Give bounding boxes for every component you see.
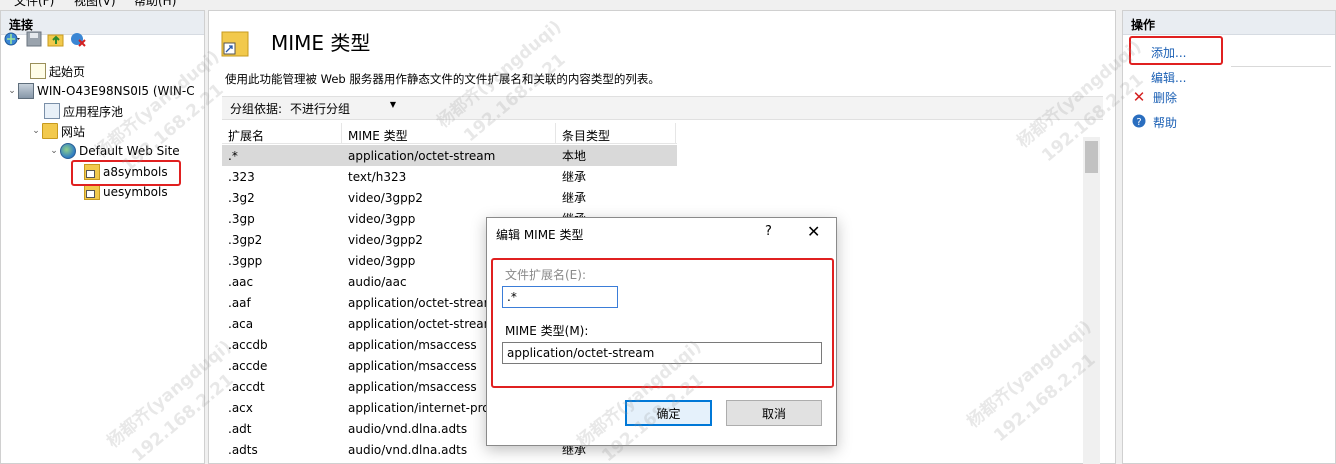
tree-item-default-web-site[interactable]: ⌄ Default Web Site — [48, 141, 180, 161]
page-title: MIME 类型 — [271, 31, 371, 55]
cell-extension: .accdt — [228, 379, 265, 394]
tree-item-label: WIN-O43E98NS0I5 (WIN-C — [37, 84, 195, 98]
delete-icon: ✕ — [1132, 88, 1146, 106]
connect-icon[interactable] — [3, 30, 21, 48]
cell-extension: .* — [228, 148, 238, 163]
group-by-label: 分组依据: — [230, 101, 283, 116]
table-row[interactable]: .3g2 video/3gpp2 继承 — [222, 187, 677, 208]
collapse-arrow-icon[interactable]: ⌄ — [48, 146, 60, 156]
cell-extension: .3gp — [228, 211, 255, 226]
group-by-bar: 分组依据: 不进行分组 ▼ — [222, 96, 1103, 120]
group-by-select[interactable]: 不进行分组 ▼ — [290, 100, 400, 117]
page-description: 使用此功能管理被 Web 服务器用作静态文件的文件扩展名和关联的内容类型的列表。 — [225, 72, 660, 86]
table-row[interactable]: .* application/octet-stream 本地 — [222, 145, 677, 166]
dialog-title: 编辑 MIME 类型 — [496, 228, 584, 242]
action-edit-label: 编辑... — [1151, 70, 1187, 85]
cell-extension: .aaf — [228, 295, 251, 310]
cell-extension: .acx — [228, 400, 253, 415]
cell-extension: .adt — [228, 421, 252, 436]
tree-item-start-page[interactable]: 起始页 — [30, 61, 85, 81]
mime-types-icon — [221, 31, 249, 57]
action-edit[interactable]: 编辑... — [1151, 67, 1186, 87]
cell-extension: .3gpp — [228, 253, 263, 268]
web-folder-icon — [84, 184, 100, 200]
tree-item-label: Default Web Site — [79, 144, 180, 158]
cell-extension: .adts — [228, 442, 258, 457]
ok-button[interactable]: 确定 — [625, 400, 712, 426]
cell-extension: .3gp2 — [228, 232, 263, 247]
cell-entry-type: 本地 — [562, 149, 587, 163]
cell-mime-type: text/h323 — [348, 169, 407, 184]
divider — [1231, 66, 1331, 67]
cell-extension: .3g2 — [228, 190, 255, 205]
vertical-scrollbar[interactable] — [1083, 137, 1100, 464]
cell-extension: .accdb — [228, 337, 268, 352]
tree-item-label: 网站 — [61, 124, 86, 139]
action-delete-label: 删除 — [1153, 90, 1178, 105]
tree-item-label: uesymbols — [103, 185, 168, 199]
cell-extension: .323 — [228, 169, 255, 184]
menu-help[interactable]: 帮助(H) — [134, 0, 176, 8]
tree-item-server[interactable]: ⌄ WIN-O43E98NS0I5 (WIN-C — [6, 81, 195, 101]
menu-file[interactable]: 文件(F) — [14, 0, 54, 8]
group-by-value: 不进行分组 — [290, 101, 351, 116]
dialog-close-button[interactable]: ✕ — [807, 222, 820, 241]
globe-icon — [60, 143, 76, 159]
action-help-label: 帮助 — [1153, 115, 1178, 130]
column-header-label: 扩展名 — [228, 129, 265, 143]
scrollbar-thumb[interactable] — [1085, 141, 1098, 173]
collapse-arrow-icon[interactable]: ⌄ — [6, 86, 18, 96]
cancel-button[interactable]: 取消 — [726, 400, 822, 426]
action-help[interactable]: ? 帮助 — [1131, 112, 1177, 132]
delete-connection-icon[interactable] — [69, 30, 87, 48]
cell-entry-type: 继承 — [562, 191, 587, 205]
table-row[interactable]: .323 text/h323 继承 — [222, 166, 677, 187]
menu-bar: 文件(F) 视图(V) 帮助(H) — [0, 0, 1336, 8]
highlight-box — [1129, 36, 1223, 65]
cell-mime-type: application/octet-stream — [348, 148, 496, 163]
dropdown-arrow-icon: ▼ — [389, 99, 397, 109]
cell-extension: .aac — [228, 274, 254, 289]
action-delete[interactable]: ✕ 删除 — [1131, 87, 1177, 107]
cell-extension: .aca — [228, 316, 254, 331]
dialog-help-button[interactable]: ? — [765, 224, 772, 239]
column-header-mime[interactable]: MIME 类型 — [342, 123, 556, 144]
sites-folder-icon — [42, 123, 58, 139]
help-icon: ? — [1131, 114, 1147, 131]
highlight-box — [71, 160, 181, 186]
tree-item-app-pools[interactable]: 应用程序池 — [44, 101, 123, 121]
actions-panel: 操作 添加... 编辑... ✕ 删除 ? 帮助 — [1122, 10, 1336, 464]
save-icon[interactable] — [25, 30, 43, 48]
up-folder-icon[interactable] — [47, 30, 65, 48]
start-page-icon — [30, 63, 46, 79]
connections-toolbar — [3, 29, 87, 49]
app-pool-icon — [44, 103, 60, 119]
collapse-arrow-icon[interactable]: ⌄ — [30, 126, 42, 136]
cell-mime-type: video/3gpp2 — [348, 190, 423, 205]
actions-title: 操作 — [1123, 11, 1335, 35]
cell-entry-type: 继承 — [562, 170, 587, 184]
menu-view[interactable]: 视图(V) — [74, 0, 116, 8]
tree-item-label: 起始页 — [49, 64, 86, 79]
server-icon — [18, 83, 34, 99]
highlight-box — [491, 258, 834, 388]
column-header-extension[interactable]: 扩展名 ^ — [222, 123, 342, 144]
cell-extension: .accde — [228, 358, 268, 373]
tree-item-sites[interactable]: ⌄ 网站 — [30, 121, 85, 141]
sort-asc-icon: ^ — [277, 123, 285, 129]
tree-item-label: 应用程序池 — [63, 104, 124, 119]
svg-text:?: ? — [1136, 117, 1141, 128]
table-header: 扩展名 ^ MIME 类型 条目类型 — [222, 123, 677, 144]
column-header-entry-type[interactable]: 条目类型 — [556, 123, 676, 144]
